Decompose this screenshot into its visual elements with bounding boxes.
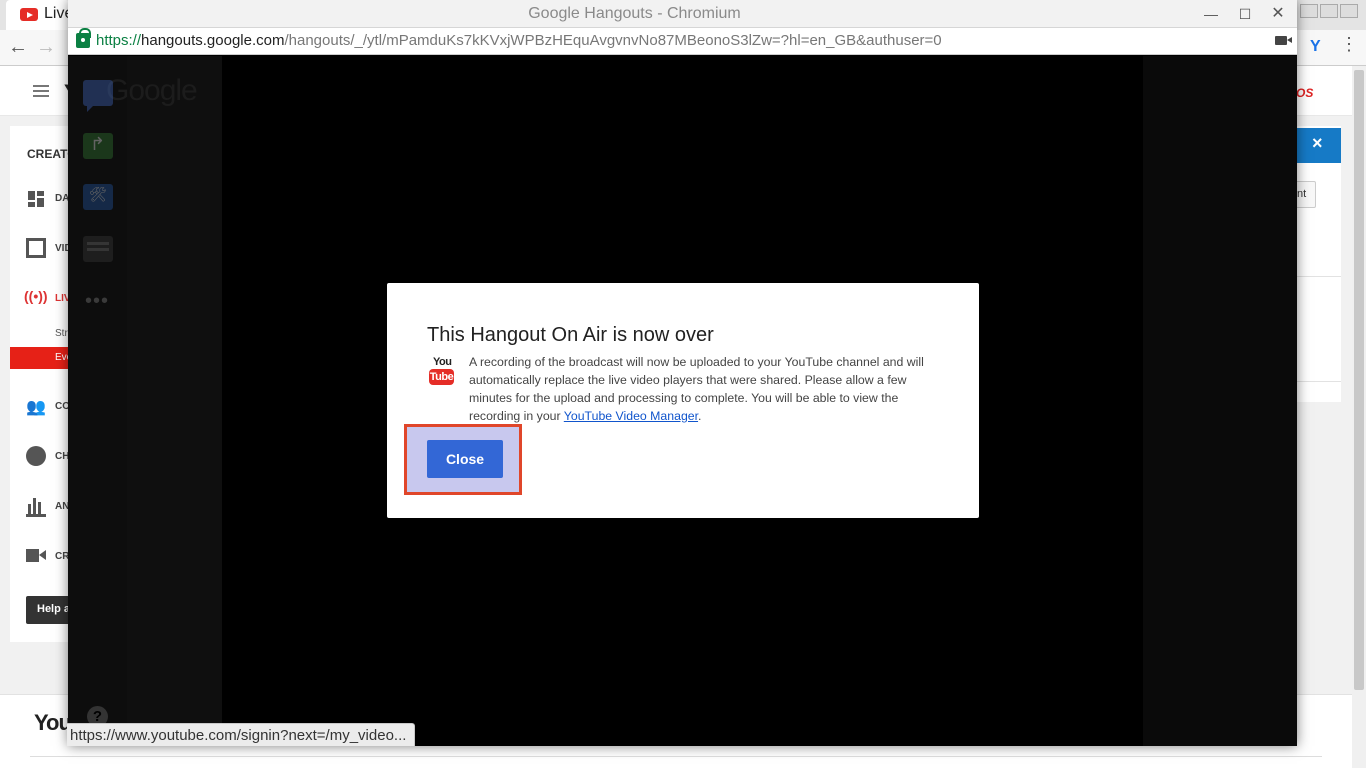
stage-right-panel <box>1143 56 1297 746</box>
footer-divider <box>30 756 1322 757</box>
back-arrow-icon[interactable]: ← <box>8 36 28 59</box>
right-panel <box>1297 126 1341 402</box>
hangouts-popup-window: Google Hangouts - Chromium — ☐ ✕ https:/… <box>68 0 1297 746</box>
maximize-icon[interactable]: ☐ <box>1230 3 1260 25</box>
url-path: /hangouts/_/ytl/mPamduKs7kKVxjWPBzHEquAv… <box>284 32 942 49</box>
minimize-icon[interactable]: — <box>1196 3 1226 25</box>
channel-icon[interactable] <box>26 446 46 466</box>
hamburger-menu-icon[interactable] <box>33 85 49 97</box>
doodle-logo-icon[interactable]: OS <box>1296 86 1313 100</box>
control-room-icon[interactable] <box>83 236 113 262</box>
secure-lock-icon[interactable] <box>76 28 91 48</box>
screenshare-icon[interactable] <box>83 133 113 159</box>
url-scheme: https:// <box>96 32 142 49</box>
video-manager-icon[interactable] <box>26 238 46 258</box>
youtube-video-manager-link[interactable]: YouTube Video Manager <box>564 409 698 423</box>
help-button-label: Help a <box>37 603 71 615</box>
dashboard-icon[interactable] <box>26 189 46 209</box>
status-bar-url: https://www.youtube.com/signin?next=/my_… <box>67 723 416 746</box>
forward-arrow-icon[interactable]: → <box>36 36 56 59</box>
banner-close-icon[interactable]: × <box>1312 133 1323 154</box>
toolbox-icon[interactable] <box>83 184 113 210</box>
footer-youtube-logo[interactable]: You <box>34 710 72 736</box>
dialog-body-end: . <box>698 409 702 423</box>
stage-left-panel <box>127 56 222 746</box>
background-window-controls[interactable] <box>1298 4 1362 22</box>
window-close-icon[interactable]: ✕ <box>1263 3 1293 25</box>
right-panel-button-label: nt <box>1297 188 1307 200</box>
popup-window-title: Google Hangouts - Chromium <box>528 5 741 22</box>
youtube-logo-you: You <box>433 356 452 368</box>
dialog-title: This Hangout On Air is now over <box>427 324 714 346</box>
live-broadcast-icon[interactable]: ((•)) <box>24 288 48 308</box>
dialog-message: A recording of the broadcast will now be… <box>469 353 949 425</box>
extension-icon[interactable]: Y <box>1310 38 1321 56</box>
more-apps-icon[interactable]: ••• <box>85 290 109 313</box>
hangout-app-rail <box>68 56 127 746</box>
popup-url[interactable]: https://hangouts.google.com/hangouts/_/y… <box>96 32 942 49</box>
create-icon[interactable] <box>26 546 46 566</box>
camera-icon[interactable] <box>1275 36 1292 45</box>
scrollbar-thumb[interactable] <box>1354 70 1364 690</box>
popup-titlebar[interactable]: Google Hangouts - Chromium — ☐ ✕ <box>68 0 1297 28</box>
youtube-logo-tube: Tube <box>429 369 454 385</box>
community-icon[interactable]: 👥 <box>26 397 46 417</box>
google-logo: Google <box>106 74 198 107</box>
hangout-ended-dialog: This Hangout On Air is now over You Tube… <box>387 283 979 518</box>
divider <box>1297 381 1341 382</box>
youtube-favicon-icon <box>20 8 38 21</box>
browser-menu-icon[interactable]: ⋮ <box>1340 34 1358 55</box>
sidebar-subitem-stream[interactable]: Str <box>55 328 68 339</box>
close-button[interactable]: Close <box>427 440 503 478</box>
analytics-icon[interactable] <box>26 497 46 517</box>
divider <box>1297 276 1341 277</box>
chat-icon[interactable] <box>83 80 113 112</box>
youtube-logo-icon: You Tube <box>428 356 458 388</box>
url-host: hangouts.google.com <box>141 32 285 49</box>
